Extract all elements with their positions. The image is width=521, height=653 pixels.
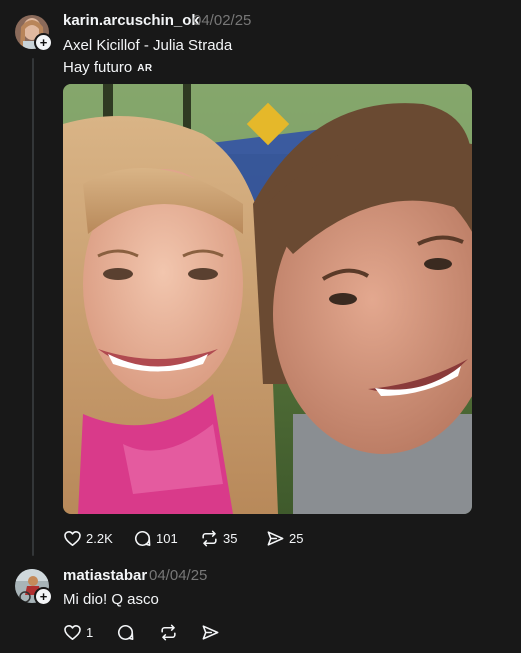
- reply-like-count: 1: [86, 625, 94, 640]
- heart-icon: [64, 530, 81, 547]
- reply-share-button[interactable]: [201, 623, 231, 642]
- like-count: 2.2K: [86, 531, 113, 546]
- repost-count: 35: [223, 531, 238, 546]
- reply-author-avatar[interactable]: +: [15, 569, 53, 606]
- share-count: 25: [289, 531, 304, 546]
- reply-button[interactable]: 101: [133, 529, 200, 548]
- like-button[interactable]: 2.2K: [63, 529, 133, 548]
- reply-reply-button[interactable]: [116, 623, 159, 642]
- reply-date[interactable]: 04/04/25: [149, 567, 207, 584]
- follow-plus-icon[interactable]: +: [34, 33, 53, 52]
- author-username[interactable]: karin.arcuschin_ok: [63, 12, 200, 29]
- repost-icon: [161, 624, 176, 641]
- repost-icon: [202, 530, 217, 547]
- reply-username[interactable]: matiastabar: [63, 567, 147, 584]
- follow-plus-icon[interactable]: +: [34, 587, 53, 606]
- reply-repost-button[interactable]: [159, 623, 201, 642]
- author-avatar[interactable]: +: [15, 15, 53, 52]
- post-photo[interactable]: [63, 84, 472, 514]
- reply-count: 101: [156, 531, 178, 546]
- comment-icon: [117, 624, 134, 641]
- thread-line: [32, 58, 34, 556]
- post-photo-image: [63, 84, 472, 514]
- comment-icon: [134, 530, 151, 547]
- heart-icon: [64, 624, 81, 641]
- share-button[interactable]: 25: [266, 529, 326, 548]
- post-date[interactable]: 04/02/25: [193, 12, 251, 29]
- reply-text: Mi dio! Q asco: [63, 591, 159, 608]
- share-icon: [267, 531, 284, 546]
- reply-like-button[interactable]: 1: [63, 623, 116, 642]
- post-actions: 2.2K 101 35 25: [63, 529, 326, 548]
- post-text-line2: Hay futuro AR: [63, 59, 153, 76]
- post-text-line2-content: Hay futuro: [63, 59, 133, 76]
- share-icon: [202, 625, 219, 640]
- reply-actions: 1: [63, 623, 231, 642]
- post-text-line1: Axel Kicillof - Julia Strada: [63, 37, 233, 54]
- flag-label: AR: [137, 63, 153, 74]
- repost-button[interactable]: 35: [200, 529, 266, 548]
